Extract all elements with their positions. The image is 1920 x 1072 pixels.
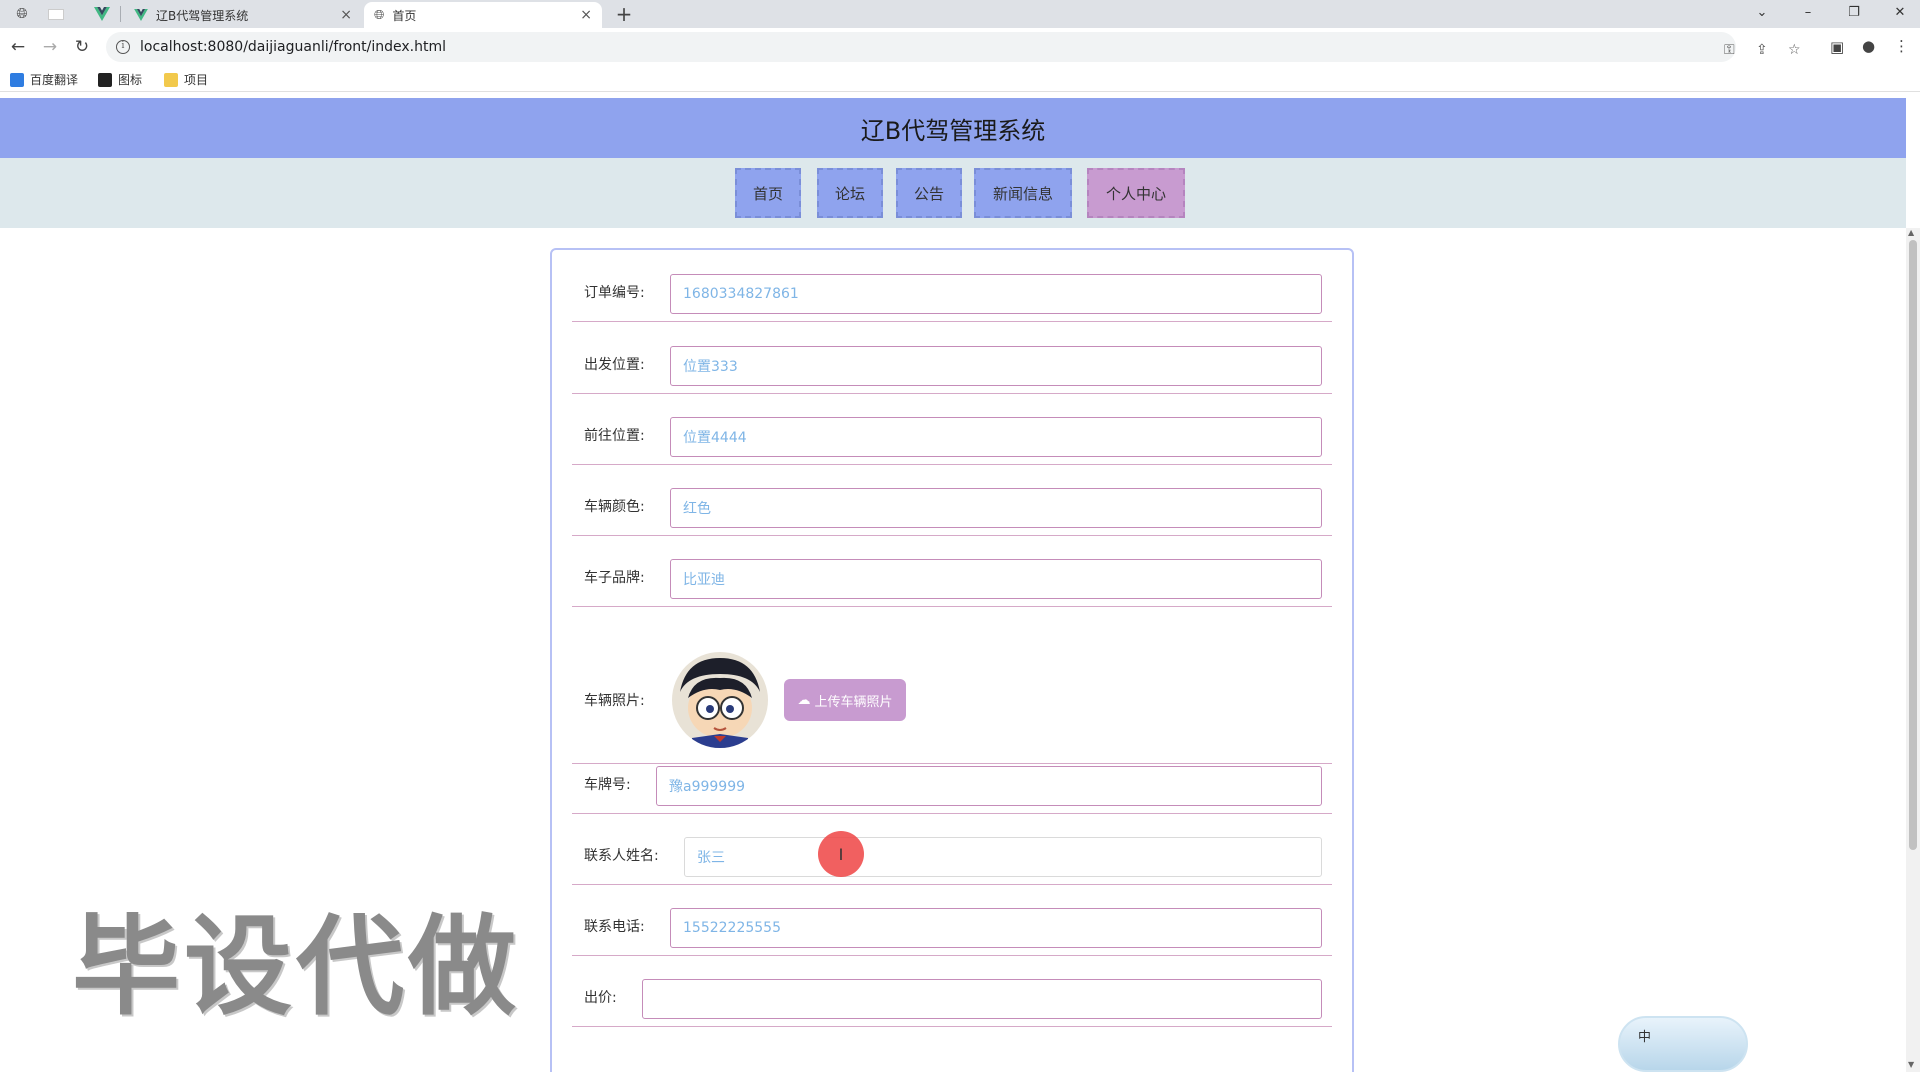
form-row-contact-name: 联系人姓名: 张三: [572, 837, 1332, 885]
bookmark-label: 百度翻译: [30, 73, 79, 87]
nav-home[interactable]: 首页: [735, 168, 801, 218]
phone-input[interactable]: 15522225555: [670, 908, 1322, 948]
car-brand-input[interactable]: 比亚迪: [670, 559, 1322, 599]
globe-icon: 🌐︎: [374, 7, 385, 23]
tab-title: 辽B代驾管理系统: [156, 8, 249, 23]
arrow-right-icon: →: [42, 37, 58, 57]
globe-icon: 🌐︎: [16, 6, 28, 22]
nav-forum[interactable]: 论坛: [817, 168, 883, 218]
form-row-car-photo: 车辆照片: ☁ 上传车辆照片: [572, 634, 1332, 764]
pinned-tab-globe[interactable]: 🌐︎: [10, 2, 34, 26]
site-info-icon[interactable]: i: [116, 40, 130, 54]
plate-label: 车牌号:: [584, 777, 631, 793]
upload-button-label: 上传车辆照片: [814, 694, 893, 710]
form-row-car-brand: 车子品牌: 比亚迪: [572, 559, 1332, 607]
car-color-label: 车辆颜色:: [584, 499, 645, 515]
forward-button[interactable]: →: [36, 34, 64, 60]
side-panel-icon[interactable]: ▣: [1830, 38, 1844, 56]
ime-widget[interactable]: 中: [1618, 1016, 1748, 1072]
scroll-down-arrow-icon[interactable]: ▼: [1908, 1060, 1914, 1069]
tab-close-icon[interactable]: ×: [580, 7, 592, 23]
car-color-input[interactable]: 红色: [670, 488, 1322, 528]
vue-logo-icon: [134, 9, 148, 21]
address-bar[interactable]: i localhost:8080/daijiaguanli/front/inde…: [106, 32, 1801, 62]
arrow-left-icon: ←: [10, 37, 26, 57]
mouse-cursor-highlight: I: [818, 831, 864, 877]
restore-button[interactable]: ❐: [1834, 0, 1874, 24]
contact-name-label: 联系人姓名:: [584, 848, 659, 864]
site-header: 辽B代驾管理系统: [0, 98, 1906, 158]
plate-input[interactable]: 豫a999999: [656, 766, 1322, 806]
watermark-text: 毕设代做: [72, 905, 521, 1030]
ime-mode-label: 中: [1638, 1030, 1652, 1045]
tab-separator: [120, 6, 121, 22]
nav-news[interactable]: 新闻信息: [974, 168, 1072, 218]
destination-label: 前往位置:: [584, 428, 645, 444]
bookmarks-bar: 百度翻译 图标 项目: [0, 66, 1920, 92]
form-row-car-color: 车辆颜色: 红色: [572, 488, 1332, 536]
tab-search-chevron-icon[interactable]: ⌄: [1742, 0, 1782, 24]
cloud-upload-icon: ☁: [797, 692, 811, 708]
new-tab-button[interactable]: +: [612, 2, 636, 26]
share-icon[interactable]: ⇪: [1756, 42, 1768, 58]
car-photo-avatar[interactable]: [672, 652, 768, 748]
car-brand-label: 车子品牌:: [584, 570, 645, 586]
form-row-price: 出价:: [572, 979, 1332, 1027]
key-icon[interactable]: ⚿: [1724, 42, 1735, 58]
form-row-order-no: 订单编号: 1680334827861: [572, 274, 1332, 322]
bookmark-label: 项目: [184, 73, 209, 87]
main-nav: 首页 论坛 公告 新闻信息 个人中心: [0, 158, 1906, 228]
destination-input[interactable]: 位置4444: [670, 417, 1322, 457]
order-form: 订单编号: 1680334827861 出发位置: 位置333 前往位置: 位置…: [550, 248, 1354, 1072]
nav-notice[interactable]: 公告: [896, 168, 962, 218]
tab-home[interactable]: 🌐︎ 首页 ×: [364, 2, 602, 28]
form-row-destination: 前往位置: 位置4444: [572, 417, 1332, 465]
back-button[interactable]: ←: [4, 34, 32, 60]
page-scrollbar[interactable]: ▲ ▼: [1906, 228, 1920, 1072]
scroll-up-arrow-icon[interactable]: ▲: [1908, 228, 1914, 237]
bookmark-baidu-translate[interactable]: 百度翻译: [10, 71, 78, 88]
scrollbar-thumb[interactable]: [1909, 240, 1917, 850]
browser-tab-bar: 🌐︎ 辽B代驾管理系统 × 🌐︎ 首页 × + ⌄ – ❐ ✕: [0, 0, 1920, 28]
price-label: 出价:: [584, 990, 617, 1006]
departure-input[interactable]: 位置333: [670, 346, 1322, 386]
order-no-input[interactable]: 1680334827861: [670, 274, 1322, 314]
tab-title: 首页: [392, 8, 417, 23]
upload-car-photo-button[interactable]: ☁ 上传车辆照片: [784, 679, 906, 721]
url-text: localhost:8080/daijiaguanli/front/index.…: [140, 39, 446, 55]
pinned-tab-vue[interactable]: [90, 2, 114, 26]
cartoon-avatar-icon: [672, 652, 768, 748]
translate-icon: [10, 72, 24, 87]
price-input[interactable]: [642, 979, 1322, 1019]
departure-label: 出发位置:: [584, 357, 645, 373]
contact-name-input[interactable]: 张三: [684, 837, 1322, 877]
order-no-label: 订单编号:: [584, 285, 645, 301]
reload-button[interactable]: ↻: [68, 34, 96, 60]
window-close-button[interactable]: ✕: [1880, 0, 1920, 24]
more-menu-icon[interactable]: ⋮: [1894, 37, 1909, 55]
vue-logo-icon: [94, 7, 110, 21]
tab-system[interactable]: 辽B代驾管理系统 ×: [124, 2, 362, 28]
reload-icon: ↻: [74, 37, 90, 57]
image-icon: [98, 72, 112, 87]
browser-toolbar: ← → ↻ i localhost:8080/daijiaguanli/fron…: [0, 28, 1920, 66]
bookmark-icons[interactable]: 图标: [98, 71, 142, 88]
profile-avatar-icon[interactable]: ●: [1862, 37, 1875, 55]
tab-close-icon[interactable]: ×: [340, 7, 352, 23]
form-row-departure: 出发位置: 位置333: [572, 346, 1332, 394]
folder-icon: [164, 72, 178, 87]
form-row-plate: 车牌号: 豫a999999: [572, 766, 1332, 814]
bookmark-label: 图标: [118, 73, 143, 87]
form-row-phone: 联系电话: 15522225555: [572, 908, 1332, 956]
phone-label: 联系电话:: [584, 919, 645, 935]
car-photo-label: 车辆照片:: [584, 693, 645, 709]
blank-page-icon: [48, 8, 64, 20]
bookmark-project-folder[interactable]: 项目: [164, 71, 208, 88]
nav-personal-center[interactable]: 个人中心: [1087, 168, 1185, 218]
bookmark-star-icon[interactable]: ☆: [1788, 42, 1801, 58]
text-cursor-icon: I: [838, 844, 844, 864]
minimize-button[interactable]: –: [1788, 0, 1828, 24]
pinned-tab-blank[interactable]: [44, 2, 68, 26]
site-title: 辽B代驾管理系统: [860, 116, 1046, 145]
